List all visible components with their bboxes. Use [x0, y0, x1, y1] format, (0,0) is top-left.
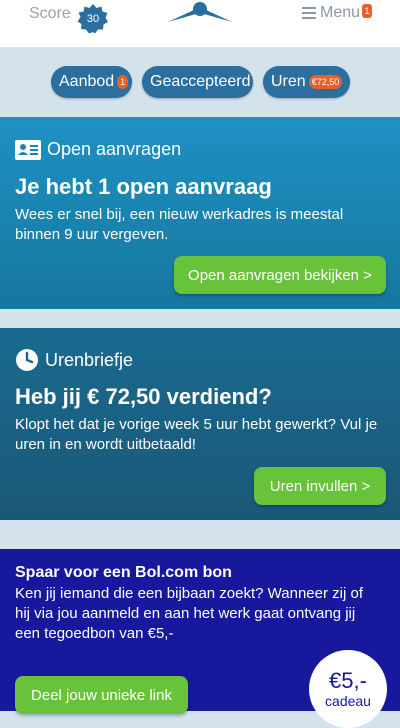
- card-title: Je hebt 1 open aanvraag: [15, 174, 272, 199]
- urenbriefje-card: Urenbriefje Heb jij € 72,50 verdiend? Kl…: [0, 328, 400, 520]
- card-heading: Urenbriefje: [15, 348, 133, 372]
- card-heading-label: Open aanvragen: [47, 139, 182, 159]
- card-title: Spaar voor een Bol.com bon: [15, 564, 232, 581]
- menu-label: Menu: [320, 4, 361, 21]
- menu-badge: 1: [362, 4, 372, 18]
- cadeau-label: cadeau: [325, 693, 371, 709]
- hamburger-icon: [302, 7, 316, 19]
- tab-label: Aanbod: [59, 73, 115, 90]
- card-text: Wees er snel bij, een nieuw werkadres is…: [15, 206, 344, 243]
- tab-uren[interactable]: Uren €72,50: [263, 66, 350, 98]
- tab-badge: €72,50: [308, 75, 343, 89]
- score-label: Score: [29, 5, 71, 22]
- tab-bar: Aanbod 1 Geaccepteerd Uren €72,50: [0, 66, 400, 98]
- share-link-button[interactable]: Deel jouw unieke link: [15, 676, 188, 714]
- clock-icon: [16, 349, 38, 371]
- tab-geaccepteerd[interactable]: Geaccepteerd: [142, 66, 253, 98]
- score-value: 30: [86, 13, 100, 25]
- tab-badge: 1: [117, 75, 129, 89]
- score-badge: 30: [77, 3, 109, 35]
- tab-aanbod[interactable]: Aanbod 1: [51, 66, 132, 98]
- logo-icon: [168, 2, 232, 22]
- card-heading-label: Urenbriefje: [45, 349, 134, 370]
- bol-promo-card: Spaar voor een Bol.com bon Ken jij ieman…: [0, 549, 400, 728]
- card-title: Heb jij € 72,50 verdiend?: [15, 384, 272, 409]
- cadeau-amount: €5,-: [329, 668, 367, 693]
- menu-button[interactable]: Menu 1: [302, 4, 372, 22]
- score-indicator[interactable]: Score 30: [29, 4, 108, 34]
- tab-label: Geaccepteerd: [150, 73, 251, 90]
- open-aanvragen-card: Open aanvragen Je hebt 1 open aanvraag W…: [0, 117, 400, 309]
- card-heading: Open aanvragen: [15, 139, 181, 160]
- uren-invullen-button[interactable]: Uren invullen >: [254, 467, 386, 505]
- tab-label: Uren: [271, 73, 306, 90]
- open-aanvragen-button[interactable]: Open aanvragen bekijken >: [174, 256, 386, 294]
- card-text: Klopt het dat je vorige week 5 uur hebt …: [15, 416, 378, 453]
- id-card-icon: [15, 139, 41, 160]
- app-logo[interactable]: [168, 0, 232, 26]
- top-bar: Score 30 Menu 1: [0, 0, 400, 47]
- card-text: Ken jij iemand die een bijbaan zoekt? Wa…: [15, 585, 363, 642]
- cadeau-badge: €5,- cadeau: [309, 650, 387, 728]
